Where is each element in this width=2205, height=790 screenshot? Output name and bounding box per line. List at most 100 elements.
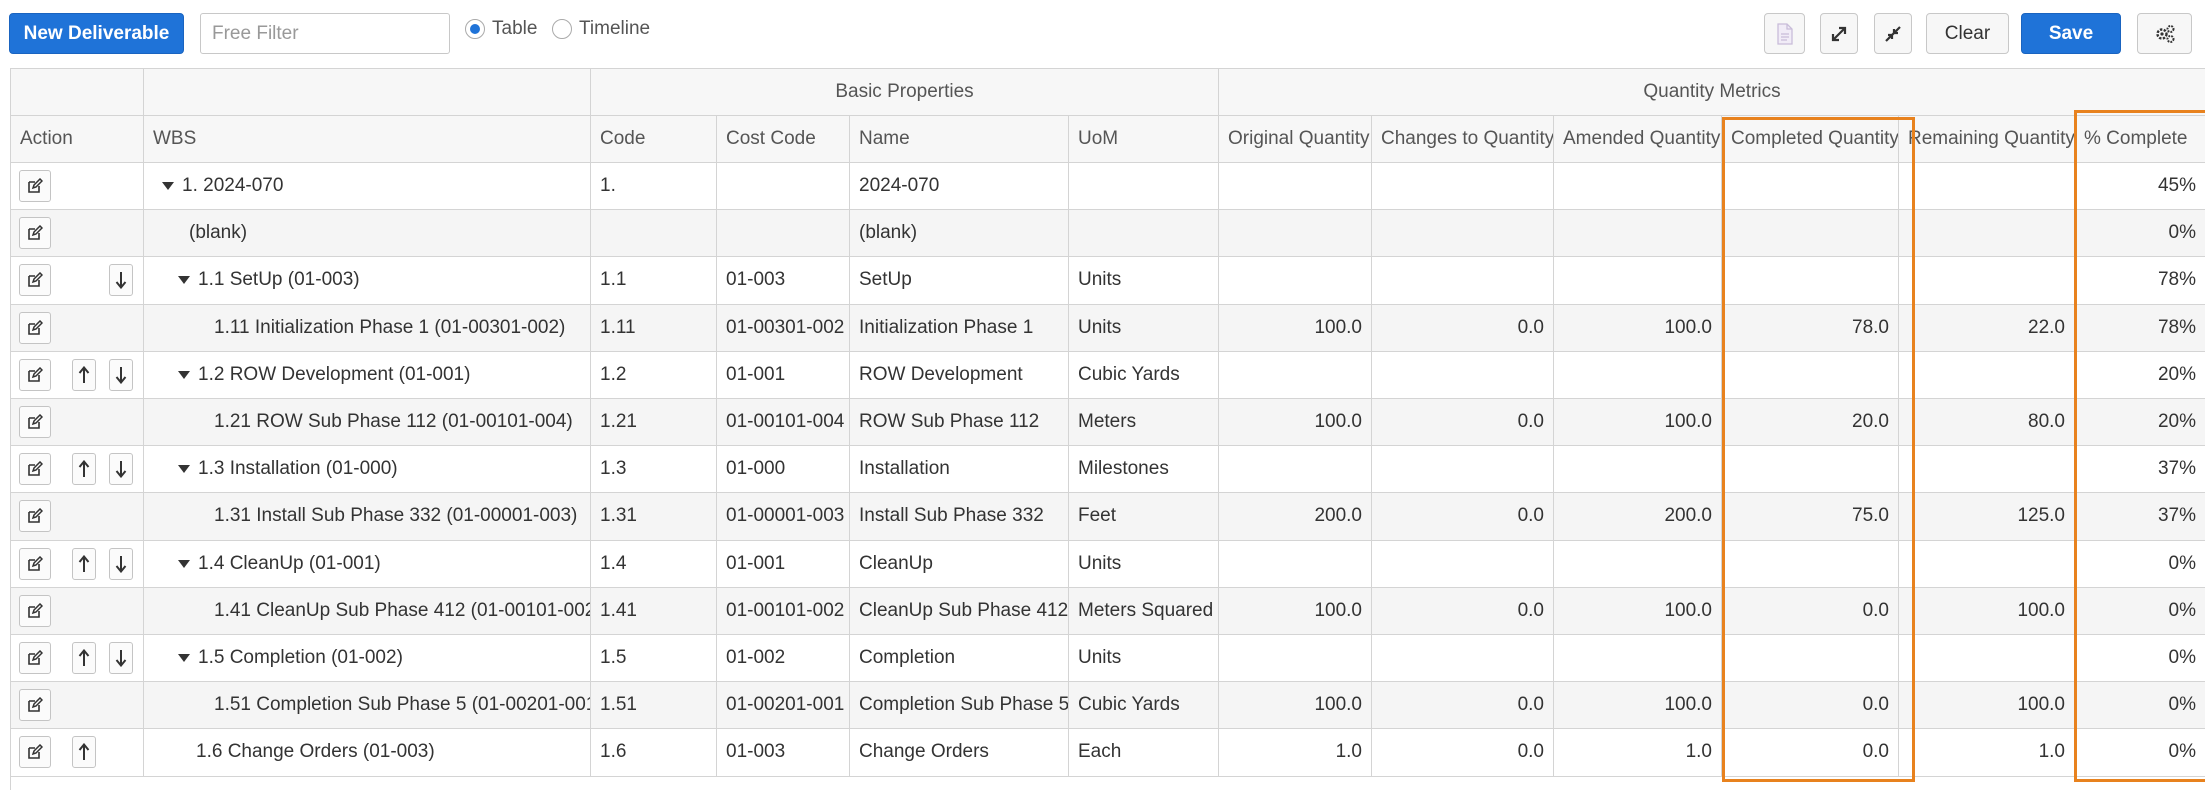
move-up-button[interactable] [72,547,96,580]
move-up-button[interactable] [72,736,96,769]
settings-button[interactable] [2137,13,2192,54]
move-down-button[interactable] [109,358,133,391]
clear-button[interactable]: Clear [1926,13,2009,54]
report-button[interactable] [1764,13,1805,54]
edit-button[interactable] [19,264,51,297]
cell-name: SetUp [850,257,1069,305]
table-row[interactable]: 1.5 Completion (01-002) 1.5 01-002 Completi… [11,635,2205,683]
gears-icon [2155,24,2174,43]
chevron-down-icon[interactable] [178,276,190,285]
move-down-button[interactable] [109,642,133,674]
header-uom[interactable]: UoM [1069,116,1219,163]
move-down-button[interactable] [109,264,133,297]
wbs-label: 1. 2024-070 [182,175,284,197]
header-remaining-quantity[interactable]: Remaining Quantity [1899,116,2075,163]
chevron-down-icon[interactable] [178,465,190,474]
chevron-down-icon[interactable] [162,182,174,191]
cell-changes-to-quantity-value: 0.0 [1517,316,1544,338]
radio-selected-indicator[interactable] [465,19,485,39]
cell-action [11,210,144,258]
chevron-down-icon[interactable] [178,370,190,379]
table-row[interactable]: 1.2 ROW Development (01-001) 1.2 01-001 ROW… [11,351,2205,399]
cell-percent-complete-value: 78% [2157,269,2196,291]
cell-percent-complete: 20% [2075,399,2205,447]
view-timeline-radio[interactable]: Timeline [552,18,650,40]
edit-button[interactable] [19,736,51,769]
edit-button[interactable] [19,453,51,486]
header-percent-complete[interactable]: % Complete [2075,116,2205,163]
cell-remaining-quantity [1899,257,2075,305]
cell-completed-quantity: 20.0 [1722,399,1899,447]
group-spacer-action [11,69,144,116]
header-name[interactable]: Name [850,116,1069,163]
cell-changes-to-quantity: 0.0 [1372,304,1554,352]
cell-cost-code-value: 01-002 [726,647,786,669]
table-row[interactable]: 1.4 CleanUp (01-001) 1.4 01-001 CleanUp Unit… [11,540,2205,588]
move-up-button[interactable] [72,358,96,391]
cell-percent-complete-value: 78% [2157,316,2196,338]
cell-amended-quantity: 100.0 [1554,399,1722,447]
header-completed-quantity[interactable]: Completed Quantity [1722,116,1899,163]
header-amended-quantity[interactable]: Amended Quantity [1554,116,1722,163]
radio-unselected-indicator[interactable] [552,19,572,39]
cell-code: 1.1 [591,257,717,305]
free-filter-input[interactable] [200,13,450,54]
cell-changes-to-quantity [1372,210,1554,258]
move-up-button[interactable] [72,453,96,486]
cell-original-quantity [1219,351,1372,399]
wbs-label: 1.6 Change Orders (01-003) [196,741,435,763]
wbs-label: (blank) [189,222,248,244]
edit-button[interactable] [19,642,51,674]
table-row[interactable]: 1.3 Installation (01-000) 1.3 01-000 Instal… [11,446,2205,494]
chevron-down-icon[interactable] [178,559,190,568]
cell-changes-to-quantity [1372,163,1554,211]
header-original-quantity[interactable]: Original Quantity [1219,116,1372,163]
table-row[interactable]: 1. 2024-070 1. 2024-070 45% [11,163,2205,211]
edit-button[interactable] [19,406,51,438]
table-row[interactable]: (blank) (blank) 0% [11,210,2205,258]
chevron-down-icon[interactable] [178,654,190,663]
edit-button[interactable] [19,500,51,533]
cell-changes-to-quantity: 0.0 [1372,493,1554,541]
header-code-label: Code [600,128,646,149]
expand-all-button[interactable] [1820,13,1858,54]
edit-button[interactable] [19,217,51,250]
edit-button[interactable] [19,547,51,580]
cell-name-value: (blank) [859,222,918,244]
cell-cost-code-value: 01-001 [726,552,786,574]
cell-code-value: 1.1 [600,269,627,291]
cell-uom-value: Cubic Yards [1078,363,1180,385]
new-deliverable-button[interactable]: New Deliverable [9,13,184,54]
header-wbs[interactable]: WBS [144,116,591,163]
edit-button[interactable] [19,170,51,202]
table-row[interactable]: 1.6 Change Orders (01-003) 1.6 01-003 Chang… [11,729,2205,777]
move-down-button[interactable] [109,547,133,580]
column-group-row: Basic Properties Quantity Metrics [11,69,2205,116]
table-row[interactable]: 1.21 ROW Sub Phase 112 (01-00101-004) 1.2… [11,399,2205,447]
view-table-radio[interactable]: Table [465,18,537,40]
table-row[interactable]: 1.11 Initialization Phase 1 (01-00301-00… [11,304,2205,352]
cell-code-value: 1.21 [600,411,637,433]
table-row[interactable]: 1.31 Install Sub Phase 332 (01-00001-003… [11,493,2205,541]
move-down-button[interactable] [109,453,133,486]
save-button[interactable]: Save [2021,13,2121,54]
header-code[interactable]: Code [591,116,717,163]
collapse-all-button[interactable] [1874,13,1912,54]
table-row[interactable]: 1.41 CleanUp Sub Phase 412 (01-00101-002… [11,587,2205,635]
cell-code: 1.21 [591,399,717,447]
cell-remaining-quantity-value: 125.0 [2017,505,2065,527]
wbs-label: 1.21 ROW Sub Phase 112 (01-00101-004) [214,411,573,433]
edit-button[interactable] [19,311,51,344]
edit-button[interactable] [19,358,51,391]
edit-button[interactable] [19,689,51,722]
table-row[interactable]: 1.51 Completion Sub Phase 5 (01-00201-00… [11,682,2205,730]
cell-amended-quantity [1554,351,1722,399]
header-action[interactable]: Action [11,116,144,163]
cell-wbs: 1. 2024-070 [144,163,591,211]
move-up-button[interactable] [72,642,96,674]
edit-button[interactable] [19,594,51,627]
table-row[interactable]: 1.1 SetUp (01-003) 1.1 01-003 SetUp Units 78% [11,257,2205,305]
cell-code: 1.11 [591,304,717,352]
header-cost-code[interactable]: Cost Code [717,116,850,163]
header-changes-to-quantity[interactable]: Changes to Quantity [1372,116,1554,163]
